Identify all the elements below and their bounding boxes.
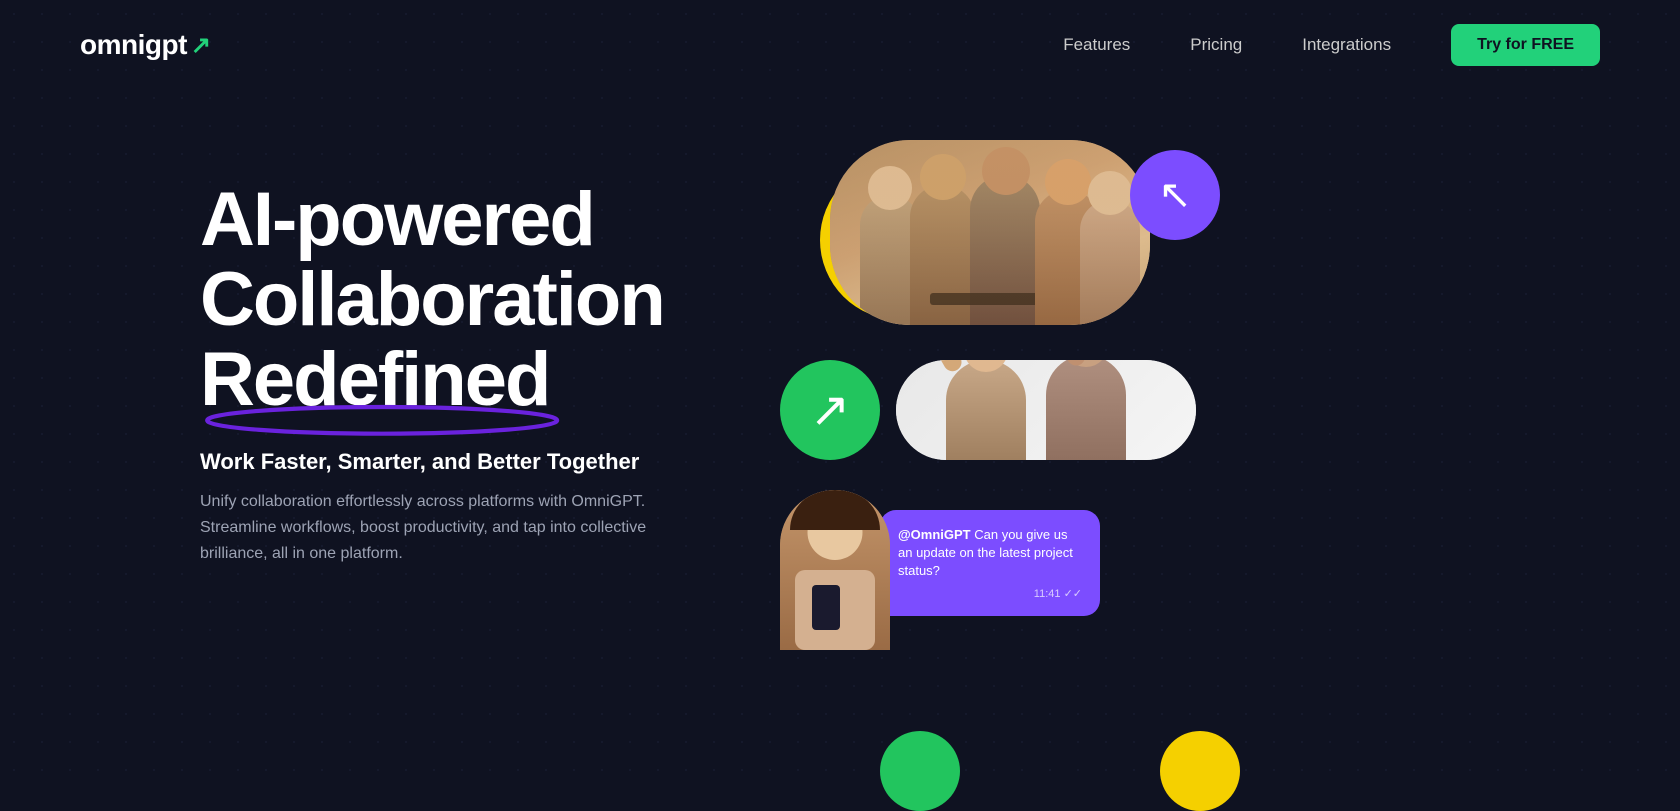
- hero-section: AI-powered Collaboration Redefined Work …: [0, 90, 1680, 791]
- bottom-yellow-circle: [1160, 731, 1240, 811]
- green-arrow-circle: ↗: [780, 360, 880, 460]
- hero-subheading: Work Faster, Smarter, and Better Togethe…: [200, 449, 720, 475]
- headline-line3: Redefined: [200, 340, 549, 420]
- middle-card: ↗: [780, 360, 1196, 460]
- celebration-photo: [896, 360, 1196, 460]
- nav-pricing[interactable]: Pricing: [1190, 35, 1242, 55]
- nav-links: Features Pricing Integrations Try for FR…: [1063, 24, 1600, 66]
- hero-body: Unify collaboration effortlessly across …: [200, 489, 680, 566]
- oval-underline: [190, 397, 574, 437]
- logo-text: omnigpt: [80, 29, 187, 61]
- headline-line1: AI-powered: [200, 180, 720, 260]
- headline-line2: Collaboration: [200, 260, 720, 340]
- up-right-arrow-icon: ↗: [810, 382, 850, 438]
- celebration-card: [896, 360, 1196, 460]
- chat-message: @OmniGPT Can you give us an update on th…: [898, 526, 1082, 581]
- logo-arrow: ↗: [191, 31, 211, 60]
- team-photo: [830, 140, 1150, 325]
- logo: omnigpt↗: [80, 29, 211, 61]
- chat-time: 11:41 ✓✓: [898, 587, 1082, 600]
- nav-features[interactable]: Features: [1063, 35, 1130, 55]
- try-free-button[interactable]: Try for FREE: [1451, 24, 1600, 66]
- hero-visuals: ↖ ↗: [760, 120, 1600, 791]
- chat-mention: @OmniGPT: [898, 527, 971, 542]
- hero-headline: AI-powered Collaboration Redefined: [200, 180, 720, 419]
- chat-person-photo: [780, 490, 890, 650]
- back-arrow-icon: ↖: [1158, 172, 1192, 218]
- nav-integrations[interactable]: Integrations: [1302, 35, 1391, 55]
- chat-card: @OmniGPT Can you give us an update on th…: [780, 490, 1100, 650]
- navbar: omnigpt↗ Features Pricing Integrations T…: [0, 0, 1680, 90]
- hero-text: AI-powered Collaboration Redefined Work …: [200, 120, 720, 566]
- team-photo-sim: [830, 140, 1150, 325]
- bottom-green-circle: [880, 731, 960, 811]
- purple-arrow-circle: ↖: [1130, 150, 1220, 240]
- chat-bubble: @OmniGPT Can you give us an update on th…: [880, 510, 1100, 616]
